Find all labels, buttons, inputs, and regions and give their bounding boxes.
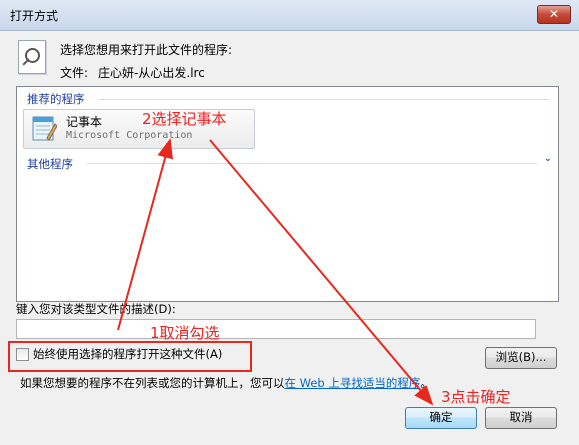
help-text: 如果您想要的程序不在列表或您的计算机上，您可以在 Web 上寻找适当的程序。 xyxy=(20,375,432,391)
title-bar: 打开方式 ✕ xyxy=(0,0,579,31)
annotation-step3: 3点击确定 xyxy=(441,388,511,406)
expand-chevron-icon[interactable]: ⌄ xyxy=(544,153,552,164)
browse-button[interactable]: 浏览(B)... xyxy=(485,347,557,369)
other-group-label: 其他程序 xyxy=(27,157,73,171)
description-input[interactable] xyxy=(16,319,536,339)
program-vendor: Microsoft Corporation xyxy=(66,130,193,141)
description-label: 键入您对该类型文件的描述(D): xyxy=(16,302,176,316)
window-title: 打开方式 xyxy=(10,9,59,23)
annotation-step2: 2选择记事本 xyxy=(142,110,227,128)
group-divider xyxy=(87,163,537,164)
help-text-after: 。 xyxy=(420,376,432,390)
file-line: 文件: 庄心妍-从心出发.lrc xyxy=(60,64,205,81)
notepad-icon xyxy=(32,116,57,141)
program-name: 记事本 xyxy=(66,115,103,129)
file-search-icon xyxy=(18,40,46,74)
file-label: 文件: xyxy=(60,66,89,80)
program-list[interactable]: 推荐的程序 记事本 Microsoft Corporation 其他程序 ⌄ xyxy=(16,86,559,302)
close-button[interactable]: ✕ xyxy=(537,5,571,24)
annotation-step1: 1取消勾选 xyxy=(150,324,220,342)
checkbox-highlight-box xyxy=(8,341,252,372)
file-name: 庄心妍-从心出发.lrc xyxy=(98,66,205,80)
help-text-before: 如果您想要的程序不在列表或您的计算机上，您可以 xyxy=(20,376,285,390)
recommended-group-label: 推荐的程序 xyxy=(27,92,85,106)
ok-button[interactable]: 确定 xyxy=(405,407,477,429)
cancel-button[interactable]: 取消 xyxy=(485,407,557,429)
group-divider xyxy=(99,99,549,100)
prompt-text: 选择您想用来打开此文件的程序: xyxy=(60,43,233,57)
web-search-link[interactable]: 在 Web 上寻找适当的程序 xyxy=(285,376,421,390)
